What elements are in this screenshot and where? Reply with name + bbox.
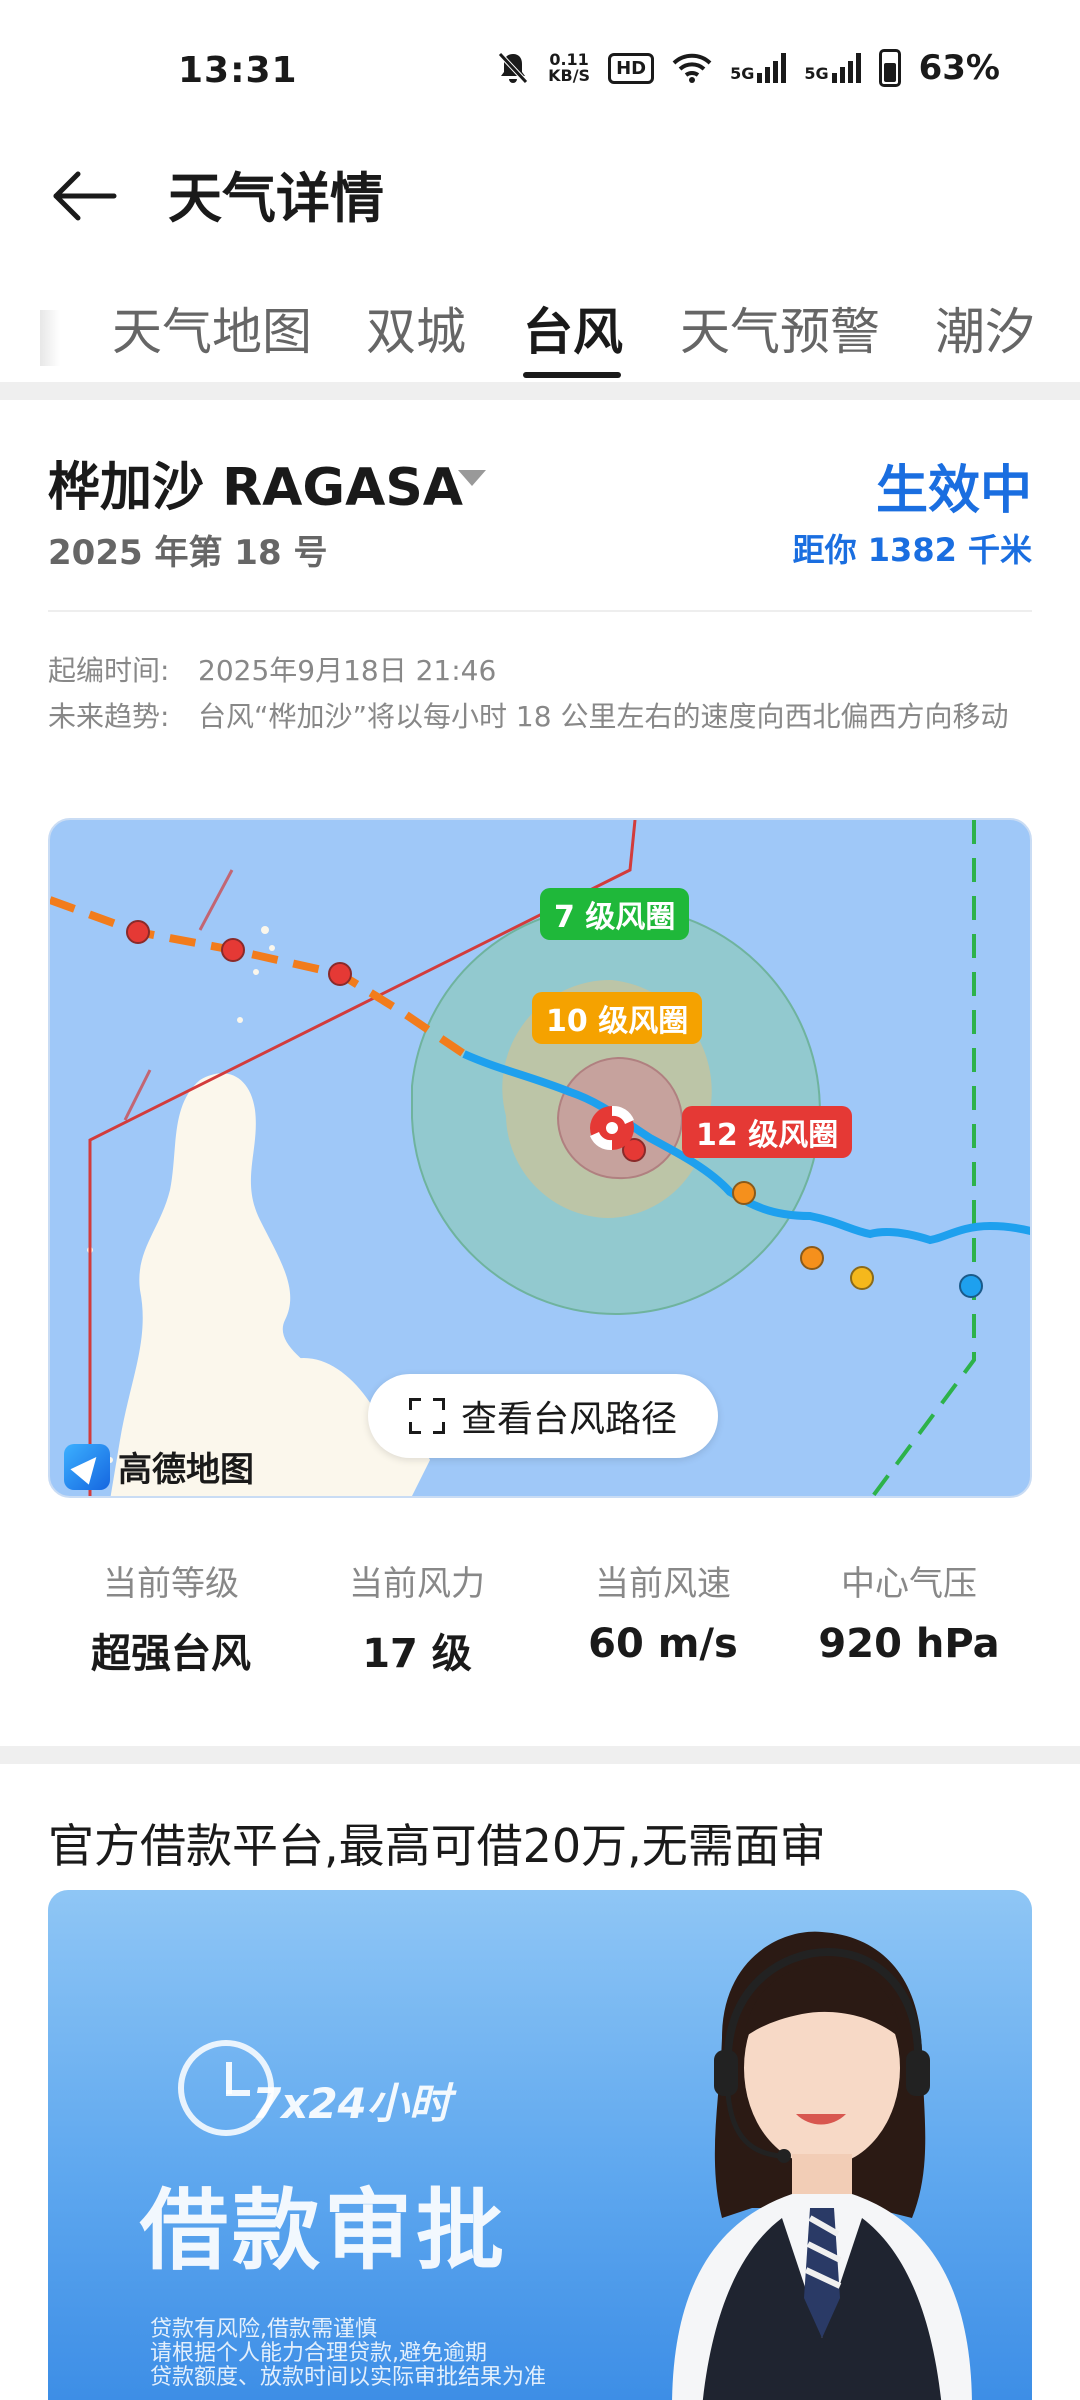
section-divider — [0, 1746, 1080, 1764]
stat-central-pressure: 中心气压 920 hPa — [818, 1564, 1000, 1667]
trend-label: 未来趋势: — [48, 700, 170, 733]
stat-current-wind-force: 当前风力 17 级 — [349, 1564, 485, 1677]
status-time: 13:31 — [178, 50, 298, 91]
bell-muted-icon — [498, 52, 528, 84]
battery-percent: 63% — [918, 48, 1000, 88]
page-title: 天气详情 — [168, 167, 384, 230]
tab-dual-city[interactable]: 双城 — [366, 292, 466, 364]
ad-hours: 7x24小时 — [252, 2079, 451, 2128]
typhoon-status: 生效中 — [875, 461, 1032, 521]
typhoon-map[interactable]: 7 级风圈 10 级风圈 12 级风圈 查看台风路径 高德地图 — [48, 818, 1032, 1498]
typhoon-number: 2025 年第 18 号 — [48, 533, 328, 573]
amap-logo: 高德地图 — [64, 1442, 254, 1491]
hd-badge: HD — [608, 52, 655, 84]
signal-icon: 5G — [804, 53, 861, 83]
tab-weather-map[interactable]: 天气地图 — [112, 292, 312, 364]
tab-typhoon[interactable]: 台风 — [523, 292, 623, 364]
tab-scroll-edge — [40, 310, 60, 366]
wind-circle-7-label: 7 级风圈 — [540, 888, 690, 940]
tab-bar: 天气地图 双城 台风 天气预警 潮汐 — [0, 270, 1080, 382]
typhoon-name[interactable]: 桦加沙 RAGASA — [48, 445, 463, 520]
typhoon-center-icon — [590, 1105, 634, 1151]
app-header: 天气详情 — [0, 140, 1080, 260]
signal-icon: 5G — [730, 53, 787, 83]
ad-headline: 借款审批 — [140, 2179, 509, 2282]
issued-value: 2025年9月18日 21:46 — [198, 654, 497, 687]
tab-weather-warning[interactable]: 天气预警 — [680, 292, 880, 364]
wind-circle-10-label: 10 级风圈 — [532, 992, 703, 1044]
issued-label: 起编时间: — [48, 654, 170, 687]
ad-fine-print: 贷款有风险,借款需谨慎 请根据个人能力合理贷款,避免逾期 贷款额度、放款时间以实… — [150, 2317, 547, 2390]
active-tab-indicator — [523, 372, 621, 378]
expand-icon — [408, 1398, 445, 1434]
status-icons: 0.11 KB/S HD 5G 5G 63% — [496, 48, 1000, 88]
amap-logo-icon — [64, 1443, 110, 1490]
trend-row: 未来趋势: 台风“桦加沙”将以每小时 18 公里左右的速度向西北偏西方向移动 — [48, 696, 1048, 786]
view-route-label: 查看台风路径 — [460, 1399, 677, 1440]
battery-icon — [878, 49, 901, 87]
net-speed: 0.11 KB/S — [548, 50, 591, 85]
section-divider — [0, 382, 1080, 400]
ad-title[interactable]: 官方借款平台,最高可借20万,无需面审 — [48, 1810, 826, 1876]
arrow-left-icon[interactable] — [48, 160, 120, 232]
dropdown-caret-icon[interactable] — [458, 470, 486, 486]
trend-value: 台风“桦加沙”将以每小时 18 公里左右的速度向西北偏西方向移动 — [198, 700, 1009, 733]
ad-banner[interactable]: 7x24小时 借款审批 贷款有风险,借款需谨慎 请根据个人能力合理贷款,避免逾期… — [48, 1890, 1032, 2400]
issued-time-row: 起编时间: 2025年9月18日 21:46 — [48, 650, 1048, 692]
customer-service-agent-image — [672, 1931, 972, 2400]
status-bar: 13:31 0.11 KB/S HD 5G 5G 63% — [0, 0, 1080, 140]
stat-current-level: 当前等级 超强台风 — [91, 1564, 251, 1677]
wifi-icon — [672, 53, 712, 83]
card-divider — [48, 610, 1032, 612]
wind-circle-12-label: 12 级风圈 — [682, 1106, 853, 1158]
typhoon-distance: 距你 1382 千米 — [792, 531, 1032, 569]
view-typhoon-route-button[interactable]: 查看台风路径 — [368, 1374, 718, 1458]
stat-current-wind-speed: 当前风速 60 m/s — [588, 1564, 738, 1667]
tab-tide[interactable]: 潮汐 — [935, 292, 1035, 364]
